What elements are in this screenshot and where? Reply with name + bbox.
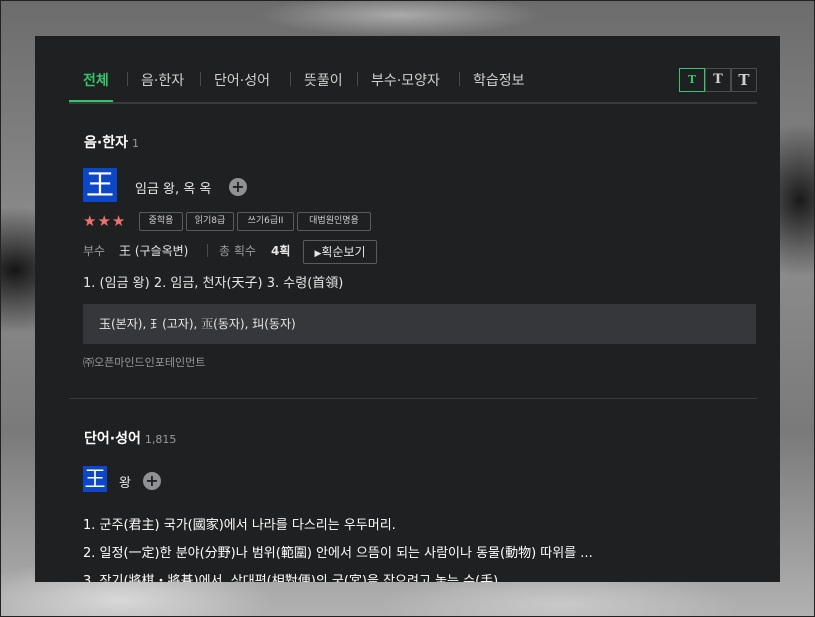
hanja-section-title: 음·한자 1 [84, 132, 139, 152]
radical-label: 부수 [83, 244, 106, 258]
copyright-text: ㈜오픈마인드인포테인먼트 [83, 356, 206, 369]
word-definition: 1. 군주(君主) 국가(國家)에서 나라를 다스리는 우두머리. [83, 518, 396, 533]
tab-words-idioms[interactable]: 단어·성어 [214, 70, 270, 90]
add-to-wordbook-icon[interactable]: + [229, 178, 247, 196]
stroke-order-label: 획순보기 [321, 245, 366, 259]
word-section-count: 1,815 [144, 433, 177, 446]
tab-bar: 전체 음·한자 단어·성어 뜻풀이 부수·모양자 학습정보 T T T [69, 62, 757, 104]
font-size-large-button[interactable]: T [731, 68, 757, 92]
hanja-character[interactable]: 王 [83, 168, 117, 202]
tab-all[interactable]: 전체 [83, 70, 109, 90]
dictionary-panel: 전체 음·한자 단어·성어 뜻풀이 부수·모양자 학습정보 T T T 음·한자… [35, 36, 780, 582]
badge-middle-school: 중학용 [139, 212, 183, 231]
info-separator [207, 244, 208, 257]
tab-separator [127, 72, 128, 86]
word-section-title-text: 단어·성어 [84, 431, 141, 447]
word-reading[interactable]: 왕 [119, 472, 131, 491]
tab-meaning[interactable]: 뜻풀이 [304, 70, 343, 90]
hanja-reading[interactable]: 임금 왕, 옥 옥 [135, 178, 211, 197]
radical-value[interactable]: 王 (구슬옥변) [119, 242, 188, 259]
active-tab-underline [69, 100, 113, 102]
tab-separator [290, 72, 291, 86]
badge-court-name: 대법원인명용 [297, 212, 371, 231]
variant-characters[interactable]: 玉(본자), 𤣩(고자), 𤣪(동자), 㺩(동자) [99, 317, 296, 331]
tab-separator [200, 72, 201, 86]
word-section-title: 단어·성어 1,815 [84, 428, 176, 448]
add-word-icon[interactable]: + [143, 472, 161, 490]
badge-reading-grade: 읽기8급 [186, 212, 234, 231]
strokes-label: 총 획수 [219, 244, 256, 258]
tab-study-info[interactable]: 학습정보 [473, 70, 525, 90]
tab-separator [357, 72, 358, 86]
font-size-medium-button[interactable]: T [705, 68, 731, 92]
word-definition: 3. 장기(將棋・將碁)에서, 상대편(相對便)의 궁(宮)을 잡으려고 놓는 … [83, 574, 503, 582]
hanja-section-title-text: 음·한자 [84, 135, 128, 151]
stroke-order-button[interactable]: ▶획순보기 [303, 240, 377, 264]
importance-stars: ★★★ [83, 212, 127, 230]
variant-characters-box: 玉(본자), 𤣩(고자), 𤣪(동자), 㺩(동자) [83, 304, 756, 344]
badge-writing-grade: 쓰기6급II [237, 212, 294, 231]
tab-separator [459, 72, 460, 86]
section-divider [69, 398, 757, 399]
hanja-meanings: 1. (임금 왕) 2. 임금, 천자(天子) 3. 수령(首領) [83, 276, 344, 291]
tab-sound-hanja[interactable]: 음·한자 [141, 70, 184, 90]
font-size-small-button[interactable]: T [679, 68, 705, 92]
word-definition: 2. 일정(一定)한 분야(分野)나 범위(範圍) 안에서 으뜸이 되는 사람이… [83, 546, 593, 561]
strokes-value: 4획 [271, 244, 291, 258]
tab-radical-shape[interactable]: 부수·모양자 [371, 70, 440, 90]
hanja-section-count: 1 [131, 137, 139, 150]
word-hanja-character[interactable]: 王 [83, 466, 107, 492]
